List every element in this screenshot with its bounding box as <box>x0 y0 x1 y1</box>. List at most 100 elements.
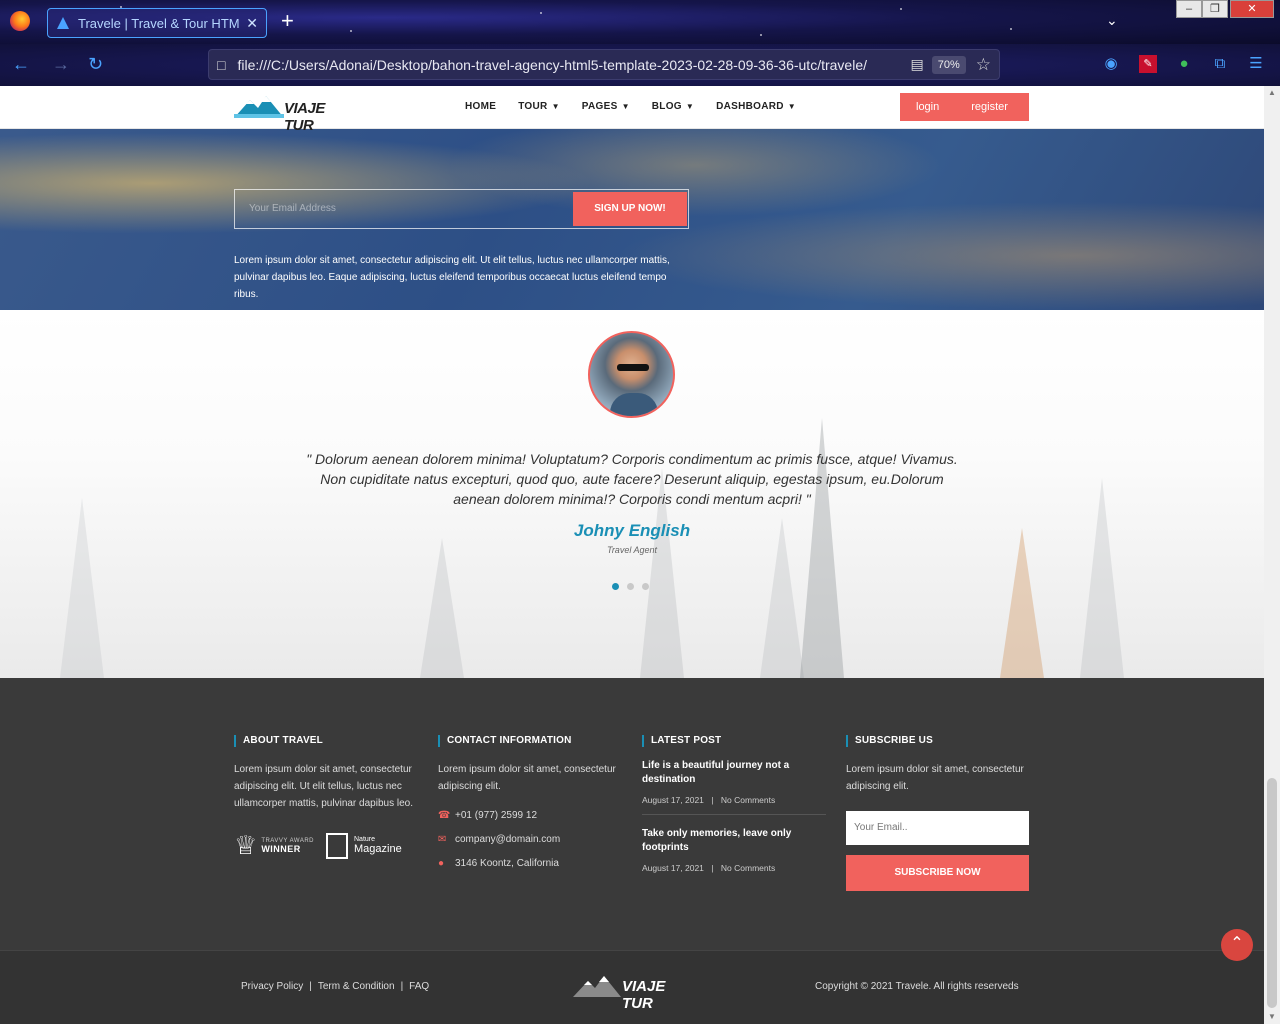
extensions-icon[interactable]: ⧉ <box>1211 55 1229 73</box>
tab-list-chevron-icon[interactable]: ⌄ <box>1106 12 1118 29</box>
privacy-policy-link[interactable]: Privacy Policy <box>241 981 303 992</box>
decor-star <box>900 8 902 10</box>
contact-phone[interactable]: ☎ +01 (977) 2599 12 <box>438 807 622 823</box>
decor-tree <box>420 538 464 678</box>
post-meta: August 17, 2021 | No Comments <box>642 795 826 805</box>
menu-icon[interactable]: ☰ <box>1247 55 1265 73</box>
menu-item-tour[interactable]: TOUR ▼ <box>518 101 560 112</box>
phone-icon: ☎ <box>438 809 451 821</box>
subscribe-heading: SUBSCRIBE US <box>846 735 1030 747</box>
browser-tab-active[interactable]: Travele | Travel & Tour HTML5 ✕ <box>47 8 267 38</box>
forward-icon[interactable]: → <box>52 54 70 74</box>
page-scrollbar[interactable]: ▲ ▼ <box>1264 86 1280 1024</box>
mountain-logo-icon <box>234 96 284 118</box>
map-pin-icon: ● <box>438 857 445 869</box>
main-menu: HOME TOUR ▼ PAGES ▼ BLOG ▼ DASHBOARD ▼ <box>465 101 818 112</box>
magazine-big-text: Magazine <box>354 843 402 855</box>
testimonial-section: " Dolorum aenean dolorem minima! Volupta… <box>0 310 1264 678</box>
minimize-button[interactable]: – <box>1176 0 1202 18</box>
menu-item-blog[interactable]: BLOG ▼ <box>652 101 694 112</box>
contact-email[interactable]: ✉ company@domain.com <box>438 831 622 847</box>
scrollbar-thumb[interactable] <box>1267 778 1277 1008</box>
avatar-shirt <box>610 393 658 416</box>
legal-links: Privacy Policy | Term & Condition | FAQ <box>241 981 429 992</box>
bookmark-star-icon[interactable]: ☆ <box>976 55 991 75</box>
travvy-award-logo: ♕ TRAVVY AWARD WINNER <box>234 830 314 861</box>
register-button[interactable]: register <box>971 101 1008 113</box>
terms-link[interactable]: Term & Condition <box>318 981 395 992</box>
award-big-text: WINNER <box>261 843 301 854</box>
contact-address-text: 3146 Koontz, California <box>455 857 559 869</box>
carousel-dots <box>612 583 649 590</box>
site-footer: ABOUT TRAVEL Lorem ipsum dolor sit amet,… <box>0 678 1264 950</box>
copyright-text: Copyright © 2021 Travele. All rights res… <box>815 981 1019 992</box>
signup-button[interactable]: SIGN UP NOW! <box>573 192 687 226</box>
menu-item-label: PAGES <box>581 101 618 112</box>
tab-title: Travele | Travel & Tour HTML5 <box>78 15 241 31</box>
carousel-dot[interactable] <box>642 583 649 590</box>
firefox-logo-icon[interactable] <box>10 11 30 31</box>
extension-globe-icon[interactable]: ● <box>1175 55 1193 73</box>
pocket-icon[interactable]: ◉ <box>1102 55 1120 73</box>
zoom-level[interactable]: 70% <box>931 55 966 74</box>
url-bar[interactable]: □ file:///C:/Users/Adonai/Desktop/bahon-… <box>208 49 1000 80</box>
menu-item-pages[interactable]: PAGES ▼ <box>582 101 630 112</box>
new-tab-button[interactable]: + <box>281 9 294 33</box>
reader-view-icon[interactable]: ▤ <box>910 56 923 73</box>
carousel-dot[interactable] <box>627 583 634 590</box>
back-icon[interactable]: ← <box>12 54 30 74</box>
newsletter-description: Lorem ipsum dolor sit amet, consectetur … <box>234 255 670 300</box>
carousel-dot[interactable] <box>612 583 619 590</box>
magazine-small-text: Nature <box>354 836 376 843</box>
tab-close-icon[interactable]: ✕ <box>246 15 258 32</box>
footer-logo-text: VIAJE TUR <box>622 978 666 1012</box>
subscribe-email-input[interactable]: Your Email.. <box>846 811 1029 845</box>
contact-text: Lorem ipsum dolor sit amet, consectetur … <box>438 764 616 792</box>
post-title[interactable]: Life is a beautiful journey not a destin… <box>642 759 826 787</box>
menu-item-label: DASHBOARD <box>716 101 784 112</box>
page-icon: □ <box>217 56 226 73</box>
newsletter-email-input[interactable]: Your Email Address <box>249 203 336 214</box>
subscribe-now-button[interactable]: SUBSCRIBE NOW <box>846 855 1029 891</box>
reload-icon[interactable]: ↻ <box>88 54 103 74</box>
about-text: Lorem ipsum dolor sit amet, consectetur … <box>234 764 413 809</box>
footer-bottom-bar: Privacy Policy | Term & Condition | FAQ … <box>0 950 1264 1024</box>
latest-post-item[interactable]: Life is a beautiful journey not a destin… <box>642 759 826 805</box>
nature-magazine-logo: Nature Magazine <box>326 832 402 859</box>
newsletter-form: Your Email Address SIGN UP NOW! <box>234 189 689 229</box>
tab-favicon-icon <box>57 17 69 29</box>
login-button[interactable]: login <box>916 101 939 113</box>
scroll-down-arrow-icon[interactable]: ▼ <box>1267 1012 1277 1021</box>
menu-item-dashboard[interactable]: DASHBOARD ▼ <box>716 101 796 112</box>
award-small-text: TRAVVY AWARD <box>261 837 314 844</box>
subscribe-text: Lorem ipsum dolor sit amet, consectetur … <box>846 764 1024 792</box>
footer-latest-posts: LATEST POST Life is a beautiful journey … <box>642 735 826 873</box>
scroll-up-arrow-icon[interactable]: ▲ <box>1267 88 1277 97</box>
url-text[interactable]: file:///C:/Users/Adonai/Desktop/bahon-tr… <box>237 57 902 73</box>
footer-about: ABOUT TRAVEL Lorem ipsum dolor sit amet,… <box>234 735 418 861</box>
back-to-top-button[interactable]: ⌃ <box>1221 929 1253 961</box>
decor-star <box>540 12 542 14</box>
menu-item-home[interactable]: HOME <box>465 101 496 112</box>
close-window-button[interactable]: ✕ <box>1230 0 1274 18</box>
latest-post-item[interactable]: Take only memories, leave only footprint… <box>642 827 826 873</box>
restore-button[interactable]: ❐ <box>1202 0 1228 18</box>
contact-address: ● 3146 Koontz, California <box>438 855 622 871</box>
mountain-logo-icon <box>573 976 621 997</box>
decor-tree <box>1080 478 1124 678</box>
post-meta: August 17, 2021 | No Comments <box>642 863 826 873</box>
faq-link[interactable]: FAQ <box>409 981 429 992</box>
decor-star <box>350 30 352 32</box>
post-comments[interactable]: No Comments <box>721 795 775 805</box>
post-date: August 17, 2021 <box>642 795 704 805</box>
site-logo[interactable]: VIAJE TUR <box>234 94 354 134</box>
post-title[interactable]: Take only memories, leave only footprint… <box>642 827 826 855</box>
footer-logo[interactable]: VIAJE TUR <box>573 973 688 1012</box>
decor-star <box>760 34 762 36</box>
award-logos: ♕ TRAVVY AWARD WINNER Nature Magazine <box>234 830 418 861</box>
post-comments[interactable]: No Comments <box>721 863 775 873</box>
caret-down-icon: ▼ <box>787 102 797 111</box>
extension-red-icon[interactable]: ✎ <box>1139 55 1157 73</box>
footer-contact: CONTACT INFORMATION Lorem ipsum dolor si… <box>438 735 622 871</box>
post-date: August 17, 2021 <box>642 863 704 873</box>
